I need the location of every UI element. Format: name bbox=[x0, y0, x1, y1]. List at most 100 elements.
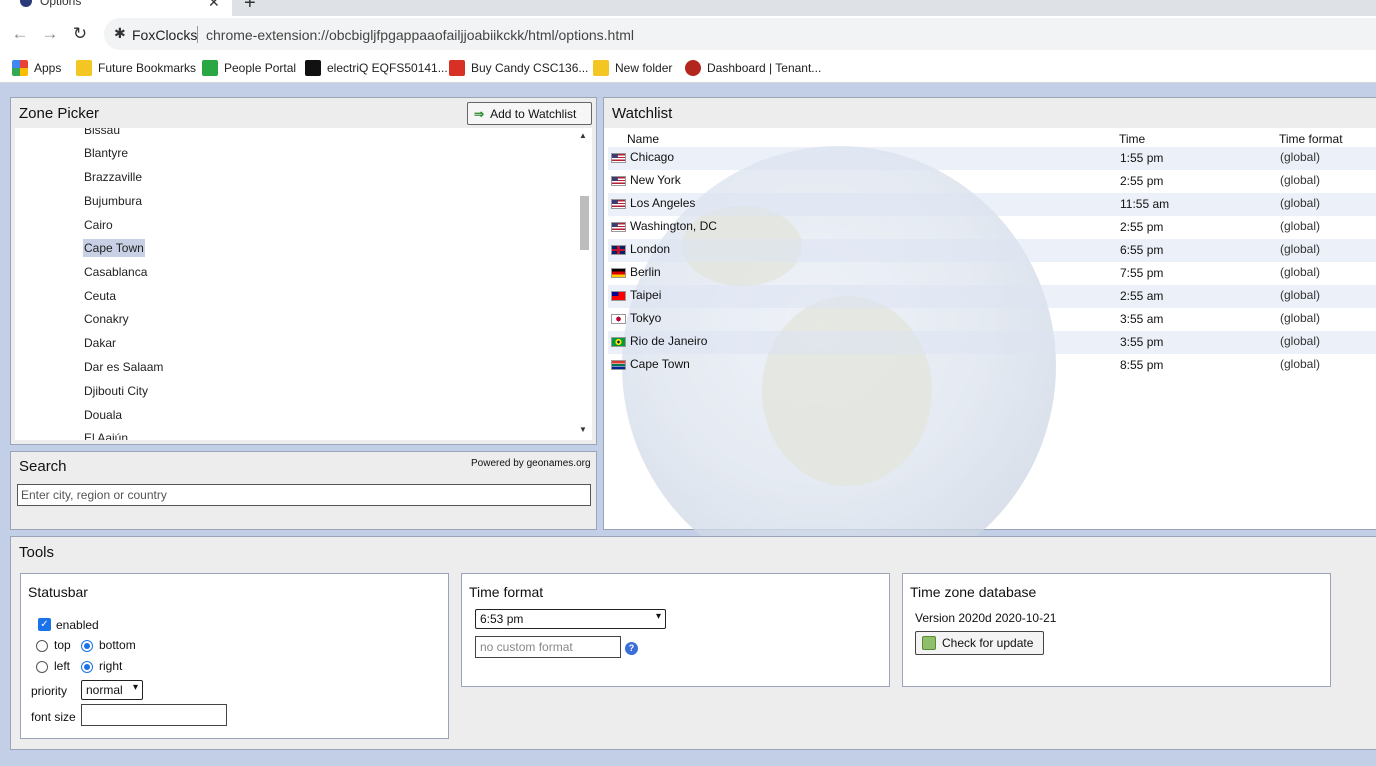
bookmark-electriq[interactable]: electriQ EQFS50141... bbox=[305, 59, 448, 77]
back-icon[interactable]: ← bbox=[10, 24, 30, 44]
time-format-value: 6:53 pm bbox=[480, 612, 524, 626]
watchlist-time: 7:55 pm bbox=[1120, 266, 1164, 280]
check-for-update-button[interactable]: Check for update bbox=[915, 631, 1044, 655]
home-icon bbox=[685, 60, 701, 76]
watchlist-row[interactable]: Chicago 1:55 pm (global) bbox=[608, 147, 1376, 170]
watchlist-row[interactable]: Rio de Janeiro 3:55 pm (global) bbox=[608, 331, 1376, 354]
watchlist-row[interactable]: Taipei 2:55 am (global) bbox=[608, 285, 1376, 308]
url-text[interactable]: chrome-extension://obcbigljfpgappaaofail… bbox=[206, 27, 634, 43]
apps-grid-icon bbox=[12, 60, 28, 76]
custom-format-input[interactable]: no custom format bbox=[475, 636, 621, 658]
watchlist-format: (global) bbox=[1280, 265, 1321, 279]
new-tab-icon[interactable]: + bbox=[244, 0, 256, 15]
tab-strip: Options ✕ + bbox=[0, 0, 1376, 16]
watchlist-format: (global) bbox=[1280, 242, 1321, 256]
radio-bottom[interactable] bbox=[81, 640, 93, 652]
radio-left[interactable] bbox=[36, 661, 48, 673]
zone-list[interactable]: Bissau Blantyre Brazzaville Bujumbura Ca… bbox=[15, 128, 576, 440]
watchlist-row[interactable]: Berlin 7:55 pm (global) bbox=[608, 262, 1376, 285]
add-to-watchlist-button[interactable]: ⇒ Add to Watchlist bbox=[467, 102, 592, 125]
bookmark-label: Apps bbox=[34, 61, 62, 75]
watchlist-row[interactable]: Tokyo 3:55 am (global) bbox=[608, 308, 1376, 331]
zone-item[interactable]: Blantyre bbox=[83, 144, 129, 162]
browser-tab[interactable]: Options ✕ bbox=[0, 0, 232, 16]
bookmark-future-bookmarks[interactable]: Future Bookmarks bbox=[76, 59, 196, 77]
column-header-time-format[interactable]: Time format bbox=[1279, 132, 1343, 146]
bookmark-label: People Portal bbox=[224, 61, 297, 75]
powered-by-text: Powered by geonames.org bbox=[471, 458, 591, 469]
scroll-up-icon[interactable]: ▲ bbox=[579, 131, 587, 140]
zone-list-scrollbar[interactable]: ▲ ▼ bbox=[576, 128, 592, 440]
scrollbar-thumb[interactable] bbox=[580, 196, 589, 250]
bookmark-dashboard[interactable]: Dashboard | Tenant... bbox=[685, 59, 821, 77]
forward-icon[interactable]: → bbox=[40, 24, 60, 44]
search-input[interactable] bbox=[17, 484, 591, 506]
top-label: top bbox=[54, 638, 71, 652]
bookmark-apps[interactable]: Apps bbox=[12, 59, 61, 77]
bottom-label: bottom bbox=[99, 638, 136, 652]
right-label: right bbox=[99, 659, 123, 673]
watchlist-format: (global) bbox=[1280, 196, 1321, 210]
scroll-down-icon[interactable]: ▼ bbox=[579, 425, 587, 434]
bookmark-buy-candy[interactable]: Buy Candy CSC136... bbox=[449, 59, 588, 77]
column-header-name[interactable]: Name bbox=[627, 132, 659, 146]
statusbar-enabled-checkbox[interactable]: ✓ bbox=[38, 618, 51, 631]
zone-item[interactable]: Ceuta bbox=[83, 287, 117, 305]
radio-top[interactable] bbox=[36, 640, 48, 652]
watchlist-header: Watchlist bbox=[604, 98, 1376, 128]
zone-item[interactable]: Conakry bbox=[83, 310, 130, 328]
add-to-watchlist-label: Add to Watchlist bbox=[490, 106, 577, 121]
zone-picker-title: Zone Picker bbox=[19, 105, 100, 122]
watchlist-row[interactable]: Los Angeles 11:55 am (global) bbox=[608, 193, 1376, 216]
tools-title: Tools bbox=[19, 544, 55, 561]
tz-database-title: Time zone database bbox=[910, 584, 1037, 600]
watchlist-row[interactable]: New York 2:55 pm (global) bbox=[608, 170, 1376, 193]
bookmark-new-folder[interactable]: New folder bbox=[593, 59, 672, 77]
folder-icon bbox=[76, 60, 92, 76]
close-tab-icon[interactable]: ✕ bbox=[208, 0, 220, 11]
zone-item[interactable]: Douala bbox=[83, 406, 123, 424]
browser-toolbar: ← → ↻ ✱ FoxClocks chrome-extension://obc… bbox=[0, 16, 1376, 53]
zone-item-selected[interactable]: Cape Town bbox=[83, 239, 145, 257]
watchlist-panel: Watchlist Name Time Time format Chicago 1… bbox=[603, 97, 1376, 586]
tools-panel: Tools Statusbar ✓ enabled top bottom lef… bbox=[10, 536, 1376, 750]
time-format-select[interactable]: 6:53 pm ▾ bbox=[475, 609, 666, 629]
font-size-input[interactable] bbox=[81, 704, 227, 726]
address-bar[interactable]: ✱ FoxClocks chrome-extension://obcbigljf… bbox=[104, 18, 1376, 50]
reload-icon[interactable]: ↻ bbox=[70, 24, 90, 44]
zone-item[interactable]: El Aaiún bbox=[83, 429, 129, 440]
search-title: Search bbox=[19, 458, 67, 475]
left-label: left bbox=[54, 659, 71, 673]
priority-select[interactable]: normal ▾ bbox=[81, 680, 143, 700]
zone-item[interactable]: Dar es Salaam bbox=[83, 358, 164, 376]
flag-us-icon bbox=[611, 153, 626, 163]
flag-br-icon bbox=[611, 337, 626, 347]
zone-item[interactable]: Cairo bbox=[83, 216, 114, 234]
zone-picker-panel: Zone Picker ⇒ Add to Watchlist Bissau Bl… bbox=[10, 97, 597, 445]
zone-item[interactable]: Bujumbura bbox=[83, 192, 143, 210]
tz-version-text: Version 2020d 2020-10-21 bbox=[915, 611, 1057, 625]
watchlist-row[interactable]: London 6:55 pm (global) bbox=[608, 239, 1376, 262]
bookmark-people-portal[interactable]: People Portal bbox=[202, 59, 296, 77]
help-icon[interactable]: ? bbox=[625, 642, 638, 655]
bookmarks-bar: Apps Future Bookmarks People Portal elec… bbox=[0, 53, 1376, 83]
priority-label: priority bbox=[31, 684, 68, 698]
watchlist-row[interactable]: Washington, DC 2:55 pm (global) bbox=[608, 216, 1376, 239]
radio-right[interactable] bbox=[81, 661, 93, 673]
bookmark-label: New folder bbox=[615, 61, 673, 75]
zone-item[interactable]: Djibouti City bbox=[83, 382, 149, 400]
zone-item[interactable]: Brazzaville bbox=[83, 168, 143, 186]
tab-title: Options bbox=[40, 0, 82, 8]
zone-item[interactable]: Casablanca bbox=[83, 263, 148, 281]
time-format-box: Time format 6:53 pm ▾ no custom format ? bbox=[461, 573, 890, 687]
zone-item[interactable]: Dakar bbox=[83, 334, 117, 352]
tz-database-box: Time zone database Version 2020d 2020-10… bbox=[902, 573, 1331, 687]
watchlist-name: Rio de Janeiro bbox=[630, 334, 708, 348]
zone-item[interactable]: Bissau bbox=[83, 128, 121, 139]
font-size-label: font size bbox=[31, 710, 76, 724]
column-header-time[interactable]: Time bbox=[1119, 132, 1145, 146]
enabled-label: enabled bbox=[56, 618, 99, 632]
watchlist-name: New York bbox=[630, 173, 681, 187]
watchlist-row[interactable]: Cape Town 8:55 pm (global) bbox=[608, 354, 1376, 377]
watchlist-time: 2:55 am bbox=[1120, 289, 1164, 303]
